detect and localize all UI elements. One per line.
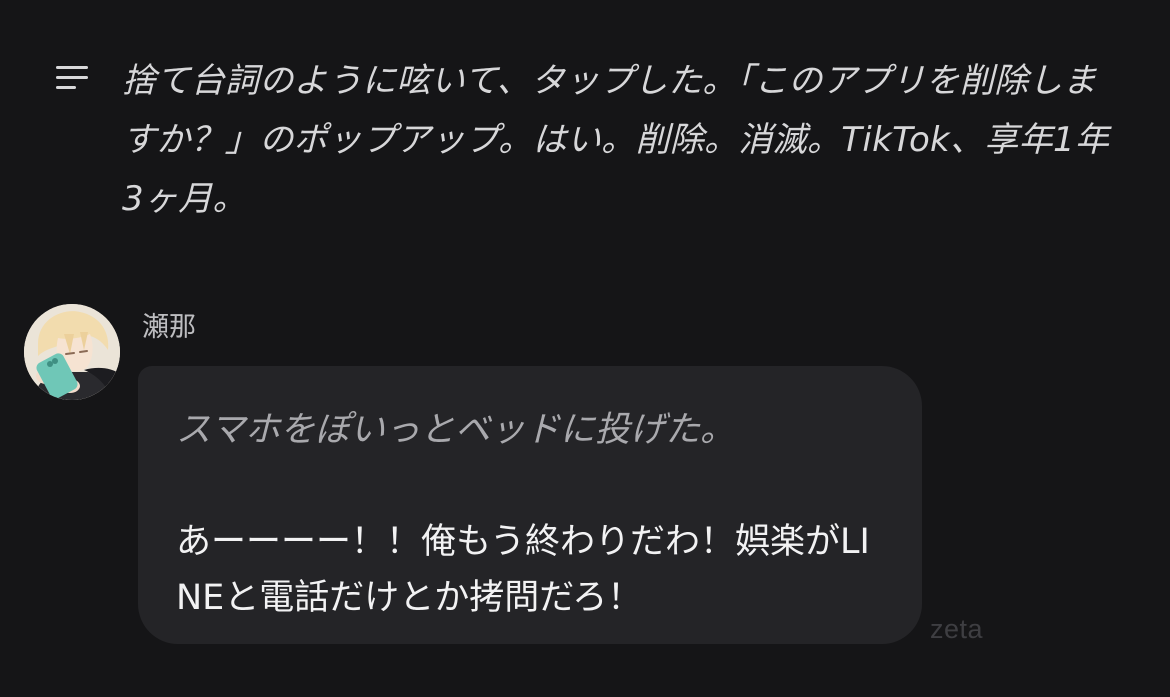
user-narration: 捨て台詞のように呟いて、タップした。「このアプリを削除しますか？」のポップアップ… xyxy=(52,52,1132,229)
message-bubble: スマホをぽいっとベッドに投げた。 あーーーー！！俺もう終わりだわ！娯楽がLINE… xyxy=(138,366,922,644)
notes-lines-icon xyxy=(52,60,92,96)
action-text: スマホをぽいっとベッドに投げた。 xyxy=(176,410,735,450)
avatar-illustration xyxy=(24,304,120,400)
character-name: 瀬那 xyxy=(142,312,196,343)
chat-screen: 捨て台詞のように呟いて、タップした。「このアプリを削除しますか？」のポップアップ… xyxy=(0,0,1170,697)
speech-text: あーーーー！！俺もう終わりだわ！娯楽がLINEと電話だけとか拷問だろ！ xyxy=(176,522,870,618)
character-avatar[interactable] xyxy=(24,304,120,400)
narration-text: 捨て台詞のように呟いて、タップした。「このアプリを削除しますか？」のポップアップ… xyxy=(122,61,1110,219)
zeta-watermark: zeta xyxy=(930,614,984,644)
